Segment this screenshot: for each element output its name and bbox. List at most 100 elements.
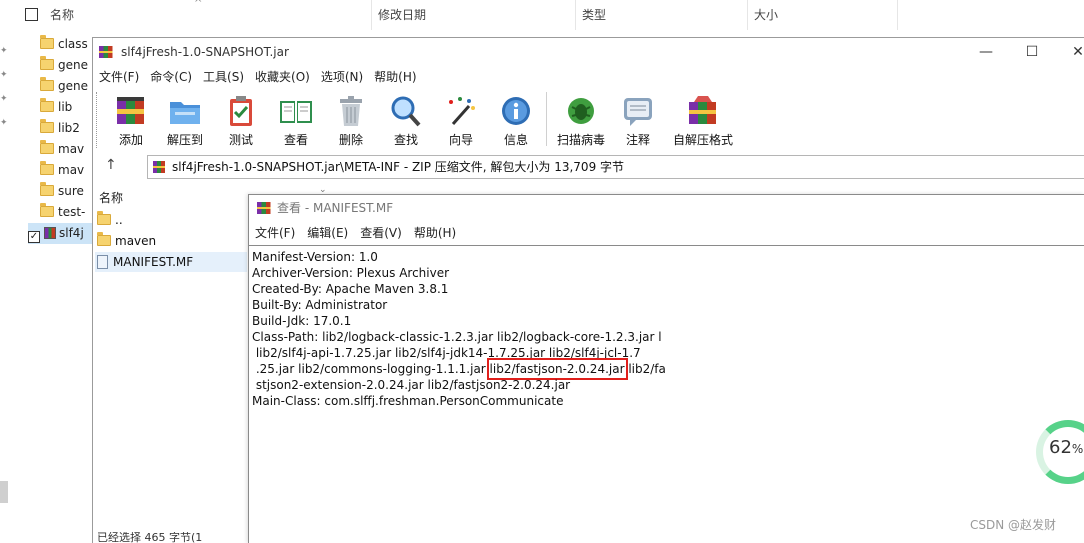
manifest-line: Class-Path: lib2/logback-classic-1.2.3.j… [252,330,662,344]
address-text: slf4jFresh-1.0-SNAPSHOT.jar\META-INF - Z… [172,160,625,174]
file-row-manifest[interactable]: MANIFEST.MF [95,252,247,272]
row-label: gene [58,58,88,72]
delete-button[interactable]: 删除 [323,92,379,148]
sfx-button[interactable]: 自解压格式 [670,92,736,148]
file-row-parent[interactable]: .. [97,210,123,230]
explorer-row[interactable]: lib [40,97,72,118]
column-type-label: 类型 [582,8,607,22]
viewer-menu-view[interactable]: 查看(V) [354,222,408,244]
menu-favorites[interactable]: 收藏夹(O) [249,66,315,88]
file-row-maven[interactable]: maven [97,231,156,251]
viewer-menu-file[interactable]: 文件(F) [249,222,301,244]
menu-options[interactable]: 选项(N) [315,66,368,88]
row-label: lib2 [58,121,80,135]
row-label: sure [58,184,84,198]
column-modified-label: 修改日期 [378,8,427,22]
toolbar-grip[interactable] [96,92,99,148]
menu-tools[interactable]: 工具(S) [197,66,249,88]
comment-button[interactable]: 注释 [610,92,666,148]
explorer-row-selected[interactable]: ✓ slf4j [28,223,94,244]
folder-icon [40,140,54,154]
extract-to-button-label: 解压到 [166,133,203,147]
explorer-column-header: ^ 名称 修改日期 类型 大小 [0,0,1084,30]
folder-icon [40,35,54,49]
highlighted-fastjson-jar: lib2/fastjson-2.0.24.jar [486,358,628,380]
column-modified[interactable]: 修改日期 [372,0,576,30]
winrar-menubar: 文件(F) 命令(C) 工具(S) 收藏夹(O) 选项(N) 帮助(H) [93,66,1084,88]
wizard-button[interactable]: 向导 [433,92,489,148]
test-button[interactable]: 测试 [213,92,269,148]
comment-icon [624,98,652,126]
row-checkbox[interactable]: ✓ [28,231,40,243]
menu-commands[interactable]: 命令(C) [144,66,197,88]
maximize-button[interactable]: ☐ [1009,38,1055,66]
column-name[interactable]: 名称 [44,0,372,30]
explorer-row[interactable]: mav [40,139,84,160]
info-button-label: 信息 [503,133,528,147]
explorer-row[interactable]: mav [40,160,84,181]
menu-file[interactable]: 文件(F) [93,66,144,88]
find-button-label: 查找 [393,133,418,147]
up-arrow-icon[interactable]: ↑ [105,157,117,173]
folder-icon [40,119,54,133]
delete-button-label: 删除 [338,133,363,147]
column-type[interactable]: 类型 [576,0,748,30]
address-field[interactable]: slf4jFresh-1.0-SNAPSHOT.jar\META-INF - Z… [147,155,1084,179]
manifest-line: Main-Class: com.slffj.freshman.PersonCom… [252,394,564,408]
menu-help[interactable]: 帮助(H) [368,66,421,88]
info-button[interactable]: 信息 [488,92,544,148]
view-button[interactable]: 查看 [268,92,324,148]
manifest-line: Manifest-Version: 1.0 [252,250,378,264]
extract-to-button[interactable]: 解压到 [157,92,213,148]
virus-scan-button[interactable]: 扫描病毒 [553,92,609,148]
add-button[interactable]: 添加 [103,92,159,148]
column-size-label: 大小 [754,8,779,22]
row-label: slf4j [59,226,84,240]
winrar-app-icon [257,202,271,214]
pin-icon: ✦ [0,46,8,56]
document-icon [97,255,108,269]
explorer-row[interactable]: gene [40,55,88,76]
extract-to-icon [170,102,200,124]
select-all-checkbox[interactable] [25,8,38,21]
list-header-label: 名称 [99,191,124,205]
watermark: CSDN @赵发财 [970,518,1057,532]
sfx-box-icon [689,96,716,124]
view-button-label: 查看 [283,133,308,147]
viewer-title: 查看 - MANIFEST.MF [277,201,394,215]
manifest-line: Built-By: Administrator [252,298,388,312]
manifest-line: stjson2-extension-2.0.24.jar lib2/fastjs… [252,378,571,392]
pin-icon: ✦ [0,118,8,128]
nav-scrollbar-thumb[interactable] [0,481,8,503]
toolbar-separator [546,92,547,146]
row-label: class [58,37,88,51]
find-button[interactable]: 查找 [378,92,434,148]
column-size[interactable]: 大小 [748,0,898,30]
viewer-window: 查看 - MANIFEST.MF 文件(F) 编辑(E) 查看(V) 帮助(H) Ma… [248,194,1084,543]
status-text: 已经选择 465 字节(1 [97,532,203,543]
folder-icon [40,182,54,196]
file-list-header-name[interactable]: 名称 ⌄ [93,185,327,208]
close-button[interactable]: ✕ [1055,38,1084,66]
explorer-row[interactable]: gene [40,76,88,97]
badge-unit: % [1071,442,1084,456]
manifest-text-area[interactable]: Manifest-Version: 1.0 Archiver-Version: … [249,245,1084,543]
manifest-line: Build-Jdk: 17.0.1 [252,314,352,328]
viewer-menu-edit[interactable]: 编辑(E) [301,222,354,244]
wizard-wand-icon [449,97,475,125]
pin-icon: ✦ [0,70,8,80]
explorer-row[interactable]: class [40,34,88,55]
badge-number: 62 [1049,437,1072,458]
winrar-app-icon [99,46,113,58]
navigation-pane-edge: ✦ ✦ ✦ ✦ [0,30,12,543]
file-row-label: maven [115,234,157,248]
explorer-row[interactable]: test- [40,202,85,223]
explorer-row[interactable]: sure [40,181,84,202]
winrar-title: slf4jFresh-1.0-SNAPSHOT.jar [121,45,289,59]
explorer-row[interactable]: lib2 [40,118,80,139]
row-label: gene [58,79,88,93]
viewer-menu-help[interactable]: 帮助(H) [408,222,462,244]
viewer-titlebar: 查看 - MANIFEST.MF [249,195,1084,221]
row-label: mav [58,163,85,177]
minimize-button[interactable]: — [963,38,1009,66]
